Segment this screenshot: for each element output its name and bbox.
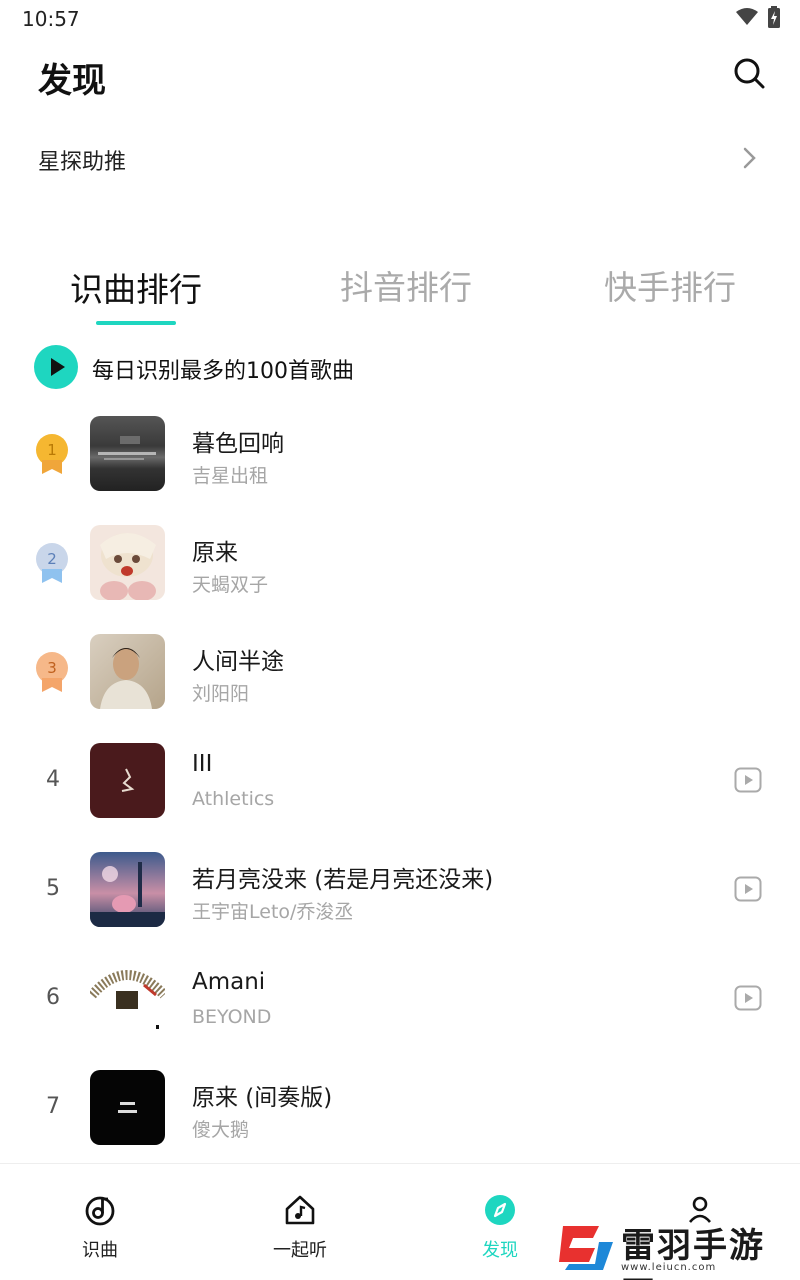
nav-discover[interactable]: 发现 <box>450 1194 550 1261</box>
watermark-url: www.leiucn.com <box>621 1262 717 1273</box>
cover-art <box>121 768 135 792</box>
watermark: 雷羽手游网 www.leiucn.com <box>555 1218 800 1280</box>
compass-icon <box>485 1195 515 1225</box>
song-title: 原来 <box>192 540 238 566</box>
song-row[interactable]: 7 原来 (间奏版) 傻大鹅 <box>0 1054 800 1163</box>
rank-number: 1 <box>47 441 57 459</box>
rank-medal-silver: 2 <box>34 543 70 587</box>
song-title: III <box>192 751 213 777</box>
album-cover <box>90 525 165 600</box>
nav-label: 发现 <box>482 1240 518 1261</box>
music-note-icon <box>85 1196 115 1226</box>
rank-number: 3 <box>47 659 57 677</box>
cover-art <box>90 862 165 927</box>
chevron-right-icon <box>743 147 756 169</box>
battery-icon <box>768 6 780 28</box>
rank-number: 4 <box>46 767 60 792</box>
star-scout-label: 星探助推 <box>38 150 127 175</box>
album-cover <box>90 634 165 709</box>
cover-art <box>90 970 165 1029</box>
song-row[interactable]: 1 暮色回响 吉星出租 <box>0 400 800 509</box>
song-artist: 天蝎双子 <box>192 574 269 596</box>
song-artist: Athletics <box>192 788 275 810</box>
song-title: 人间半途 <box>192 649 284 675</box>
header: 发现 <box>0 50 800 101</box>
video-play-icon[interactable] <box>734 767 762 793</box>
tab-indicator <box>96 321 176 325</box>
house-music-icon <box>285 1195 315 1225</box>
search-icon[interactable] <box>732 56 766 90</box>
song-row[interactable]: 5 若月亮没来 (若是月亮还没来) 王宇宙Leto/乔浚丞 <box>0 836 800 945</box>
page-title: 发现 <box>38 61 106 101</box>
wifi-icon <box>736 8 758 25</box>
song-row[interactable]: 6 Amani BEYOND <box>0 945 800 1054</box>
status-bar: 10:57 <box>0 0 800 36</box>
watermark-logo <box>559 1226 613 1270</box>
rank-number: 7 <box>46 1094 60 1119</box>
album-cover <box>90 961 165 1036</box>
status-icons <box>736 6 780 28</box>
nav-label: 一起听 <box>273 1240 327 1261</box>
album-cover <box>90 743 165 818</box>
song-artist: 吉星出租 <box>192 465 269 487</box>
song-row[interactable]: 4 III Athletics <box>0 727 800 836</box>
album-cover <box>90 852 165 927</box>
star-scout-row[interactable]: 星探助推 <box>0 136 800 180</box>
ribbon-icon <box>42 678 62 692</box>
song-title: 若月亮没来 (若是月亮还没来) <box>192 867 494 893</box>
rank-number: 6 <box>46 985 60 1010</box>
cover-art <box>100 533 156 600</box>
song-artist: 傻大鹅 <box>192 1119 250 1141</box>
cover-art <box>100 648 152 709</box>
nav-label: 识曲 <box>82 1240 118 1261</box>
rank-medal-gold: 1 <box>34 434 70 478</box>
cover-art <box>118 1102 137 1113</box>
tab-kuaishou-ranking[interactable]: 快手排行 <box>604 261 736 309</box>
song-artist: 王宇宙Leto/乔浚丞 <box>192 901 354 923</box>
play-icon[interactable] <box>34 345 78 389</box>
song-artist: BEYOND <box>192 1006 272 1028</box>
rank-medal-bronze: 3 <box>34 652 70 696</box>
video-play-icon[interactable] <box>734 876 762 902</box>
tab-recognition-ranking[interactable]: 识曲排行 <box>70 263 202 311</box>
song-row[interactable]: 2 原来 天蝎双子 <box>0 509 800 618</box>
ribbon-icon <box>42 569 62 583</box>
video-play-icon[interactable] <box>734 985 762 1011</box>
status-time: 10:57 <box>22 7 80 31</box>
album-cover <box>90 416 165 491</box>
rank-number: 2 <box>47 550 57 568</box>
cover-art <box>98 436 156 460</box>
nav-listen-together[interactable]: 一起听 <box>250 1194 350 1261</box>
rank-number: 5 <box>46 876 60 901</box>
album-cover <box>90 1070 165 1145</box>
ribbon-icon <box>42 460 62 474</box>
song-artist: 刘阳阳 <box>192 683 250 705</box>
song-title: 原来 (间奏版) <box>192 1085 333 1111</box>
song-row[interactable]: 3 人间半途 刘阳阳 <box>0 618 800 727</box>
tab-douyin-ranking[interactable]: 抖音排行 <box>340 261 472 309</box>
play-all-label: 每日识别最多的100首歌曲 <box>92 359 354 384</box>
nav-recognize[interactable]: 识曲 <box>50 1194 150 1261</box>
song-title: Amani <box>192 969 266 995</box>
song-title: 暮色回响 <box>192 431 284 457</box>
ranking-tabs: 识曲排行 抖音排行 快手排行 <box>0 258 800 328</box>
